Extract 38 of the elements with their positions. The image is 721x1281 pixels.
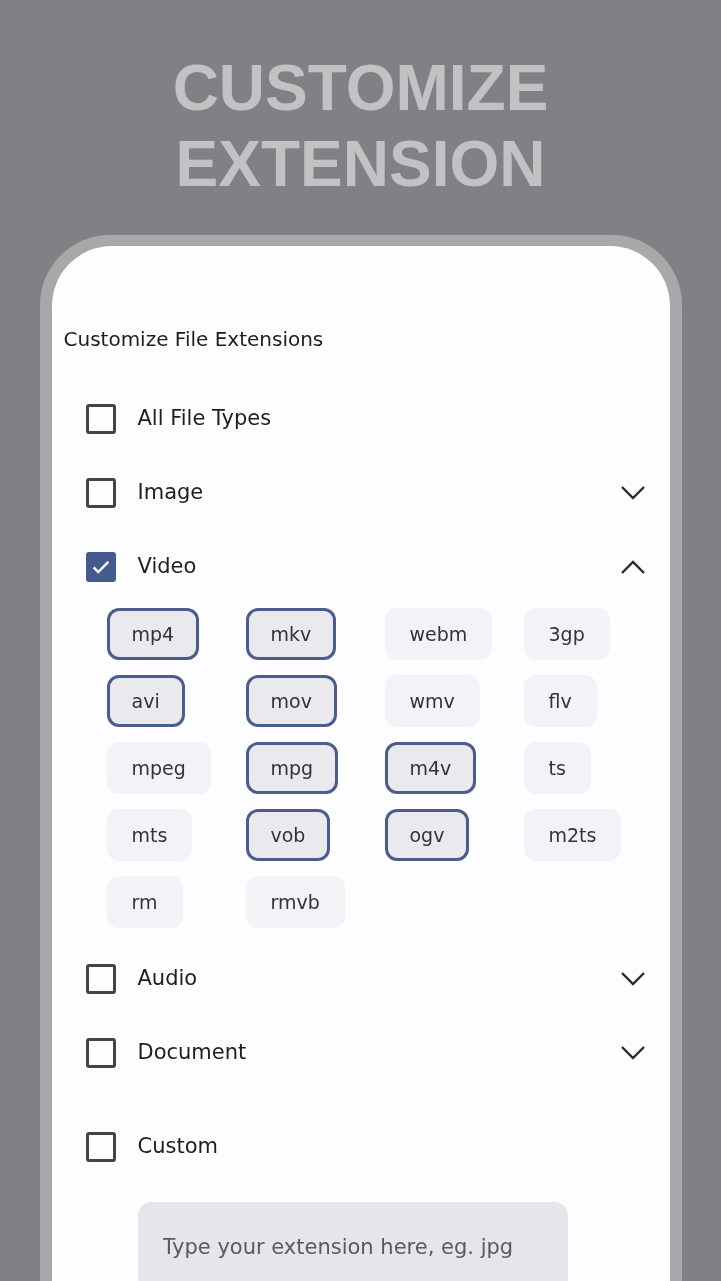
- extension-chip[interactable]: wmv: [384, 675, 480, 727]
- extension-chip[interactable]: flv: [523, 675, 597, 727]
- category-label[interactable]: Video: [137, 551, 197, 583]
- checkbox[interactable]: [85, 552, 116, 582]
- extension-chip[interactable]: m4v: [384, 742, 477, 794]
- extension-chip[interactable]: mov: [245, 675, 337, 727]
- chevron-down-icon[interactable]: [619, 971, 646, 987]
- extension-chip[interactable]: mpg: [245, 742, 339, 794]
- extension-chip[interactable]: m2ts: [523, 809, 622, 861]
- extension-chip[interactable]: mts: [106, 809, 193, 861]
- extension-chip[interactable]: 3gp: [523, 608, 610, 660]
- extension-chip[interactable]: vob: [245, 809, 331, 861]
- category-label[interactable]: All File Types: [137, 403, 272, 435]
- extension-chip[interactable]: mkv: [245, 608, 337, 660]
- extension-chip[interactable]: rm: [106, 876, 183, 928]
- banner-title: EXTENSION: [175, 127, 546, 202]
- extension-chip[interactable]: rmvb: [245, 876, 345, 928]
- chevron-up-icon[interactable]: [619, 559, 646, 575]
- extension-chip[interactable]: ts: [523, 742, 591, 794]
- chevron-down-icon[interactable]: [619, 485, 646, 501]
- extension-chip[interactable]: mp4: [106, 608, 200, 660]
- category-label[interactable]: Audio: [137, 963, 198, 995]
- extension-chip[interactable]: avi: [106, 675, 185, 727]
- category-label[interactable]: Image: [137, 477, 204, 509]
- checkbox[interactable]: [85, 1038, 116, 1068]
- extension-chip[interactable]: mpeg: [106, 742, 211, 794]
- checkbox[interactable]: [85, 1132, 116, 1162]
- extension-input-field[interactable]: Type your extension here, eg. jpg: [137, 1202, 568, 1281]
- extension-chip[interactable]: ogv: [384, 809, 470, 861]
- chevron-down-icon[interactable]: [619, 1045, 646, 1061]
- checkbox[interactable]: [85, 964, 116, 994]
- banner-title: CUSTOMIZE: [172, 51, 549, 126]
- checkbox[interactable]: [85, 478, 116, 508]
- checkbox[interactable]: [85, 404, 116, 434]
- category-label[interactable]: Custom: [137, 1131, 218, 1163]
- category-label[interactable]: Document: [137, 1037, 247, 1069]
- extension-chip[interactable]: webm: [384, 608, 493, 660]
- section-heading: Customize File Extensions: [63, 326, 325, 353]
